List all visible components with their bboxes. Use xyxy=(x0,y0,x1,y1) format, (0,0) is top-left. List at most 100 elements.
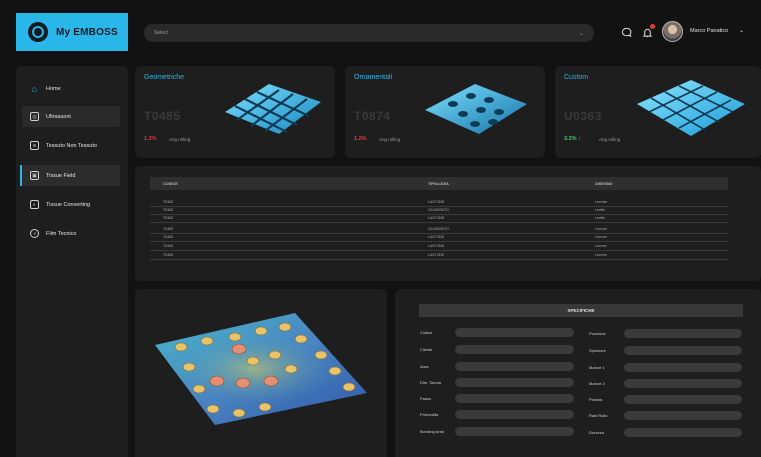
table-row[interactable]: T0485 LASTONE Leville xyxy=(150,215,728,223)
category-card-custom[interactable]: Custom U0363 3.2% ↑ Ang rolling xyxy=(555,66,761,158)
card-code: T0485 xyxy=(144,109,181,123)
card-subtitle: Ang rolling xyxy=(169,137,191,142)
table-cell: T0485 xyxy=(163,244,173,248)
emboss-pattern-image xyxy=(425,84,527,134)
category-card-ornamentali[interactable]: Ornamentali T0874 1.2% Ang rolling xyxy=(345,66,545,158)
column-header-tipologia[interactable]: TIPOLOGIA xyxy=(428,182,449,186)
table-cell: LASTONE xyxy=(428,235,445,239)
spec-label: Dim. Tavola xyxy=(420,380,441,385)
sidebar-item-tissue-field[interactable]: ▣ Tissue Field xyxy=(20,165,120,186)
table-cell: T0485 xyxy=(163,227,173,231)
spec-label: Bonding Area xyxy=(420,429,445,434)
table-cell: T0485 xyxy=(163,235,173,239)
table-cell: CILINDRATO xyxy=(428,208,449,212)
notification-bell-icon[interactable] xyxy=(641,24,655,38)
sidebar-item-label: Ultrasuoni xyxy=(46,113,71,120)
spec-label: Punzione xyxy=(589,331,606,336)
spec-field-dim-tavola[interactable] xyxy=(455,378,574,387)
notification-badge xyxy=(650,24,655,29)
sidebar-item-label: Home xyxy=(46,85,61,92)
user-menu-chevron-icon[interactable]: ⌄ xyxy=(739,27,744,34)
chat-icon[interactable] xyxy=(620,26,632,38)
spec-label: Cliente xyxy=(420,347,433,352)
spec-field-punzione[interactable] xyxy=(624,329,742,338)
column-header-disegno[interactable]: DISEGNO xyxy=(595,182,613,186)
spec-field-motore-2[interactable] xyxy=(624,379,742,388)
spec-field-cliente[interactable] xyxy=(455,345,574,354)
table-cell: Leonne xyxy=(595,244,607,248)
search-bar[interactable]: ⌄ xyxy=(144,24,594,42)
table-row[interactable]: T0485 CILINDRATO Leonne xyxy=(150,226,728,234)
spec-label: Durezza xyxy=(589,430,604,435)
spec-field-durezza[interactable] xyxy=(624,428,742,437)
card-subtitle: Ang rolling xyxy=(599,137,621,142)
film-icon: ◑ xyxy=(30,229,39,238)
spec-field-spessore[interactable] xyxy=(624,346,742,355)
spec-label: Profondità xyxy=(420,412,439,417)
spec-label: Spessore xyxy=(589,348,606,353)
sidebar-item-home[interactable]: ⌂ Home xyxy=(22,78,120,99)
spec-field-codice[interactable] xyxy=(455,328,574,337)
spec-field-rast-rullo[interactable] xyxy=(624,411,742,420)
spec-field-motore-1[interactable] xyxy=(624,363,742,372)
sidebar-item-tissue-converting[interactable]: ◐ Tissue Converting xyxy=(22,194,120,215)
table-row[interactable]: T0485 LASTONE Leonne xyxy=(150,234,728,242)
sidebar-item-label: Film Tecnico xyxy=(46,230,77,237)
table-row[interactable]: T0485 LASTONE Leonne xyxy=(150,252,728,260)
specifications-title: SPECIFICHE xyxy=(419,304,743,317)
table-row[interactable]: T0485 CILINDRATO Leville xyxy=(150,207,728,215)
avatar[interactable] xyxy=(662,21,683,42)
spec-field-bonding-area[interactable] xyxy=(455,427,574,436)
fabric-icon: ≋ xyxy=(30,141,39,150)
spec-label: Passo xyxy=(420,396,432,401)
table-cell: T0485 xyxy=(163,208,173,212)
card-title: Ornamentali xyxy=(354,74,393,81)
card-stat: 1.2% xyxy=(354,136,367,142)
table-row[interactable]: T0485 LASTONE Leonne xyxy=(150,243,728,251)
emboss-3d-model-image xyxy=(155,313,367,425)
table-cell: T0485 xyxy=(163,253,173,257)
sidebar-item-tessuto-non-tessuto[interactable]: ≋ Tessuto Non Tessuto xyxy=(22,135,120,156)
spec-label: Area xyxy=(420,364,429,369)
spec-label: Portata xyxy=(589,397,602,402)
table-cell: LASTONE xyxy=(428,244,445,248)
card-subtitle: Ang rolling xyxy=(379,137,401,142)
model-3d-preview[interactable] xyxy=(135,289,387,457)
column-header-codice[interactable]: CODICE xyxy=(163,182,178,186)
emboss-pattern-image xyxy=(225,84,321,134)
ultrasound-icon: ◎ xyxy=(30,112,39,121)
table-cell: T0485 xyxy=(163,200,173,204)
app-logo[interactable]: My EMBOSS xyxy=(16,13,128,51)
spec-field-profondita[interactable] xyxy=(455,410,574,419)
card-stat: 1.2% xyxy=(144,136,157,142)
user-name[interactable]: Marco Panatico xyxy=(690,28,728,34)
card-code: T0874 xyxy=(354,109,391,123)
sidebar-item-film-tecnico[interactable]: ◑ Film Tecnico xyxy=(22,223,120,244)
search-input[interactable] xyxy=(154,30,554,36)
spec-label: Motore 1 xyxy=(589,365,605,370)
card-stat: 3.2% ↑ xyxy=(564,136,581,142)
sidebar-item-label: Tessuto Non Tessuto xyxy=(46,142,97,149)
table-row[interactable]: T0485 LASTONE Leonise xyxy=(150,199,728,207)
spec-field-portata[interactable] xyxy=(624,395,742,404)
spec-field-area[interactable] xyxy=(455,362,574,371)
category-card-geometriche[interactable]: Geometriche T0485 1.2% Ang rolling xyxy=(135,66,335,158)
sidebar-item-label: Tissue Field xyxy=(46,172,76,179)
table-cell: CILINDRATO xyxy=(428,227,449,231)
converting-icon: ◐ xyxy=(30,200,39,209)
app-name: My EMBOSS xyxy=(56,26,118,38)
table-cell: Leonne xyxy=(595,235,607,239)
table-cell: Leville xyxy=(595,208,605,212)
table-cell: LASTONE xyxy=(428,216,445,220)
card-code: U0363 xyxy=(564,109,602,123)
table-cell: Leonise xyxy=(595,200,608,204)
table-cell: T0485 xyxy=(163,216,173,220)
sidebar-item-ultrasuoni[interactable]: ◎ Ultrasuoni xyxy=(22,106,120,127)
spec-field-passo[interactable] xyxy=(455,394,574,403)
spec-label: Rast Rullo xyxy=(589,413,608,418)
spec-label: Motore 2 xyxy=(589,381,605,386)
tissue-icon: ▣ xyxy=(30,171,39,180)
spec-label: Codice xyxy=(420,330,433,335)
home-icon: ⌂ xyxy=(31,83,38,94)
chevron-down-icon[interactable]: ⌄ xyxy=(579,30,584,37)
